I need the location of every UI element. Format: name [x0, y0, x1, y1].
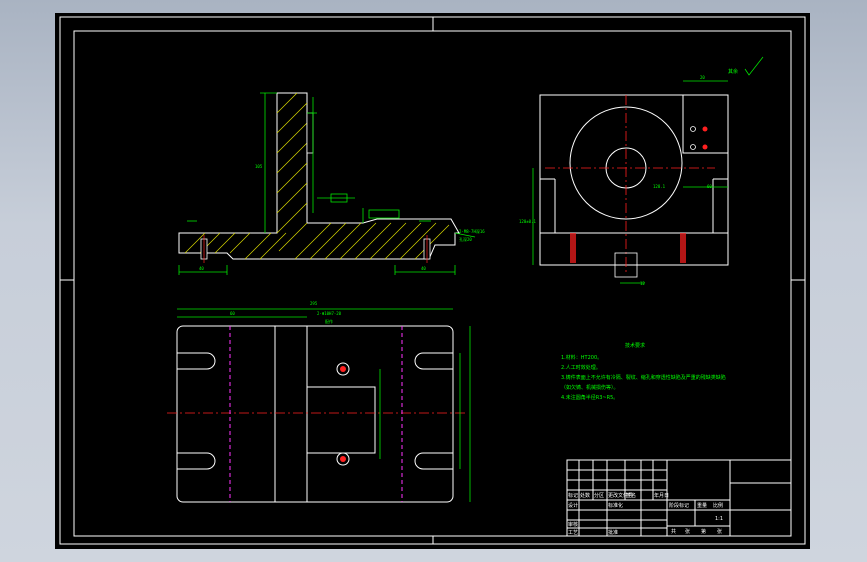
- cad-viewport[interactable]: 40 40 105 2-M8-7H深16 孔深20 20 128.1 60 12…: [55, 13, 810, 549]
- dim-base-right: 40: [421, 266, 426, 271]
- sheet-outer-border: [59, 16, 806, 545]
- technical-requirements: 技术要求 1.材料：HT200。 2.人工时效处理。 3.铸件表面上不允许有冷隔…: [561, 342, 726, 401]
- svg-text:孔深20: 孔深20: [459, 236, 472, 242]
- svg-text:标准化: 标准化: [608, 502, 623, 509]
- svg-text:签名: 签名: [626, 492, 636, 499]
- svg-text:张: 张: [685, 528, 690, 535]
- dim-right-w: 20: [700, 75, 705, 80]
- svg-text:3.铸件表面上不允许有冷隔、裂纹、缩孔和穿透性缺陷及严重的残: 3.铸件表面上不允许有冷隔、裂纹、缩孔和穿透性缺陷及严重的残缺类缺陷: [561, 374, 726, 381]
- dim-bolt-right: 2-M8-7H深16: [459, 228, 485, 234]
- svg-text:（如欠铸、机械损伤等）。: （如欠铸、机械损伤等）。: [561, 384, 619, 391]
- svg-text:比例: 比例: [713, 502, 723, 509]
- dim-side-height: 105: [255, 164, 263, 169]
- svg-text:60: 60: [230, 311, 235, 316]
- svg-text:2.人工时效处理。: 2.人工时效处理。: [561, 364, 601, 371]
- dim-base-left: 40: [199, 266, 204, 271]
- side-view: 20 128.1 60 120±0.1 12 其余: [519, 56, 764, 286]
- svg-text:第: 第: [701, 528, 706, 535]
- scale-value: 1:1: [715, 516, 723, 522]
- svg-text:60: 60: [707, 184, 712, 189]
- svg-text:工艺: 工艺: [568, 530, 578, 536]
- svg-text:年月日: 年月日: [654, 492, 669, 499]
- svg-text:阶段标记: 阶段标记: [669, 502, 689, 509]
- svg-text:1.材料：HT200。: 1.材料：HT200。: [561, 354, 602, 361]
- front-section-view: 40 40 105 2-M8-7H深16 孔深20: [178, 92, 485, 275]
- engineering-drawing: 40 40 105 2-M8-7H深16 孔深20 20 128.1 60 12…: [59, 16, 806, 545]
- dim-top-overall: 295: [310, 301, 318, 306]
- svg-text:处数: 处数: [580, 492, 590, 499]
- svg-text:批准: 批准: [608, 529, 618, 536]
- svg-text:标记: 标记: [568, 492, 578, 499]
- svg-text:张: 张: [717, 528, 722, 535]
- title-block: 标记 处数 分区 更改文件号 签名 年月日 设计 标准化 审核 工艺 批准 阶段…: [566, 459, 792, 537]
- svg-text:配作: 配作: [325, 318, 333, 324]
- dim-right-h: 128.1: [653, 184, 666, 189]
- dim-hole-callout: 2-Φ10H7-20: [317, 311, 342, 316]
- roughness-note: 其余: [728, 68, 738, 75]
- svg-text:分区: 分区: [594, 492, 604, 499]
- svg-text:4.未注圆角半径R3~R5。: 4.未注圆角半径R3~R5。: [561, 394, 618, 401]
- svg-text:12: 12: [640, 281, 645, 286]
- svg-text:审核: 审核: [568, 521, 578, 528]
- svg-text:共: 共: [671, 528, 676, 535]
- plan-view: 295 60 2-Φ10H7-20 配作: [167, 301, 471, 503]
- tech-req-title: 技术要求: [625, 342, 645, 349]
- dim-height-mark: 120±0.1: [519, 219, 536, 224]
- svg-text:重量: 重量: [697, 502, 707, 509]
- svg-text:设计: 设计: [568, 502, 578, 509]
